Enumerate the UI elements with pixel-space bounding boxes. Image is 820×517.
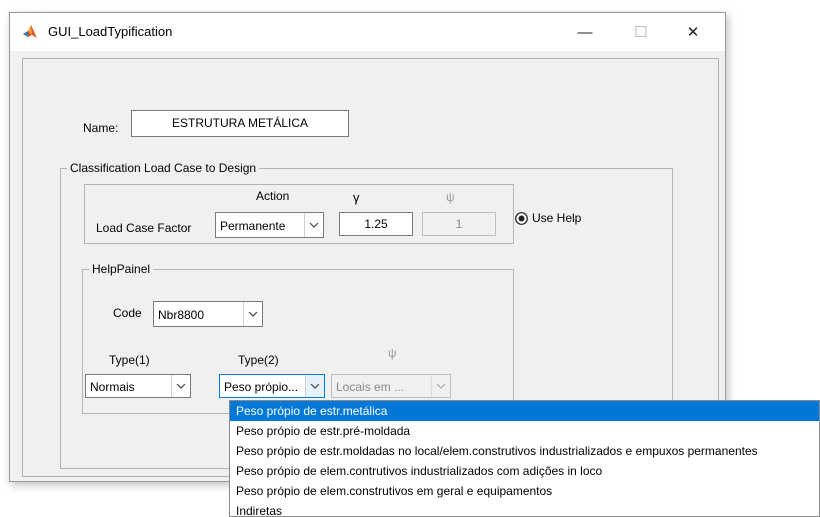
type2-label: Type(2): [238, 353, 279, 367]
minimize-icon: —: [577, 23, 593, 41]
psi-field: 1: [422, 212, 496, 236]
dropdown-option[interactable]: Peso própio de estr.pré-moldada: [230, 421, 819, 441]
type1-select-value: Normais: [90, 380, 135, 394]
code-label: Code: [113, 306, 142, 320]
classification-panel-title: Classification Load Case to Design: [67, 161, 260, 175]
close-icon: ✕: [686, 24, 700, 41]
name-label: Name:: [83, 121, 119, 135]
help-panel-title: HelpPainel: [89, 262, 154, 276]
minimize-button[interactable]: —: [562, 13, 608, 51]
type2-dropdown-list[interactable]: Peso própio de estr.metálica Peso própio…: [229, 400, 820, 517]
psi-header: ψ: [446, 190, 455, 204]
type2-select-value: Peso própio...: [224, 380, 299, 394]
title-bar: GUI_LoadTypification — ☐ ✕: [10, 13, 725, 51]
close-button[interactable]: ✕: [670, 13, 716, 51]
action-select-value: Permanente: [220, 219, 286, 233]
load-case-factor-label: Load Case Factor: [96, 221, 192, 235]
dropdown-option[interactable]: Peso própio de elem.construtivos em gera…: [230, 481, 819, 501]
psi-select: Locais em ...: [331, 374, 451, 398]
type2-select[interactable]: Peso própio...: [219, 374, 325, 398]
maximize-icon: ☐: [634, 24, 648, 41]
load-case-factor-panel: Action γ ψ Load Case Factor Permanente 1…: [84, 184, 514, 244]
chevron-down-icon: [243, 302, 262, 326]
help-psi-label: ψ: [388, 346, 397, 360]
chevron-down-icon: [305, 375, 324, 397]
matlab-icon: [23, 25, 37, 38]
window-title: GUI_LoadTypification: [48, 24, 173, 39]
chevron-down-icon: [304, 213, 323, 237]
type1-select[interactable]: Normais: [85, 374, 191, 398]
use-help-label: Use Help: [532, 211, 582, 225]
type1-label: Type(1): [109, 353, 150, 367]
help-panel: HelpPainel Code Nbr8800 Type(1) Type(2) …: [82, 262, 514, 414]
code-select[interactable]: Nbr8800: [153, 301, 263, 327]
use-help-radio[interactable]: Use Help: [515, 211, 581, 225]
chevron-down-icon: [431, 375, 450, 397]
psi-select-value: Locais em ...: [336, 380, 405, 394]
dropdown-option[interactable]: Indiretas: [230, 501, 819, 516]
maximize-button[interactable]: ☐: [618, 13, 664, 51]
dropdown-option[interactable]: Peso própio de elem.contrutivos industri…: [230, 461, 819, 481]
action-header: Action: [256, 189, 290, 203]
code-select-value: Nbr8800: [158, 308, 205, 322]
chevron-down-icon: [171, 375, 190, 397]
radio-selected-icon: [515, 211, 528, 225]
name-field[interactable]: ESTRUTURA METÁLICA: [131, 110, 349, 137]
gamma-field[interactable]: 1.25: [339, 212, 413, 236]
dropdown-option[interactable]: Peso própio de estr.moldadas no local/el…: [230, 441, 819, 461]
gamma-header: γ: [353, 190, 360, 205]
dropdown-option[interactable]: Peso própio de estr.metálica: [230, 401, 819, 421]
action-select[interactable]: Permanente: [215, 212, 324, 238]
